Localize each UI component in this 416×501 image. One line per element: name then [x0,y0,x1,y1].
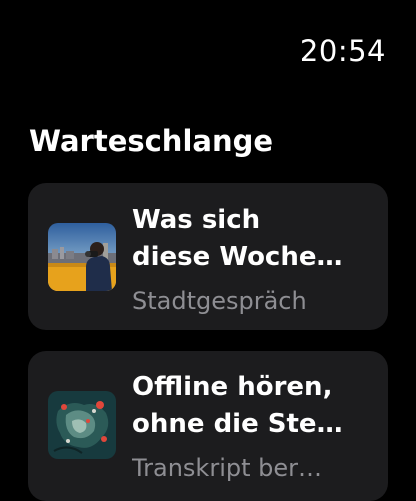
podcast-name: Transkript ber… [132,454,322,482]
episode-title-line1: Was sich [132,205,261,235]
queue-item[interactable]: Offline hören, ohne die Ste… Transkript … [28,351,388,501]
city-podcast-artwork [48,223,116,291]
episode-title-line2: ohne die Ste… [132,409,343,439]
map-podcast-artwork [48,391,116,459]
podcast-name: Stadtgespräch [132,287,307,315]
queue-item-text: Offline hören, ohne die Ste… Transkript … [132,369,374,483]
queue-item[interactable]: Was sich diese Woche… Stadtgespräch [28,183,388,330]
queue-title: Warteschlange [29,124,274,158]
episode-title-line2: diese Woche… [132,242,343,272]
episode-title-line1: Offline hören, [132,372,333,402]
status-time: 20:54 [299,34,386,68]
queue-item-text: Was sich diese Woche… Stadtgespräch [132,202,374,316]
